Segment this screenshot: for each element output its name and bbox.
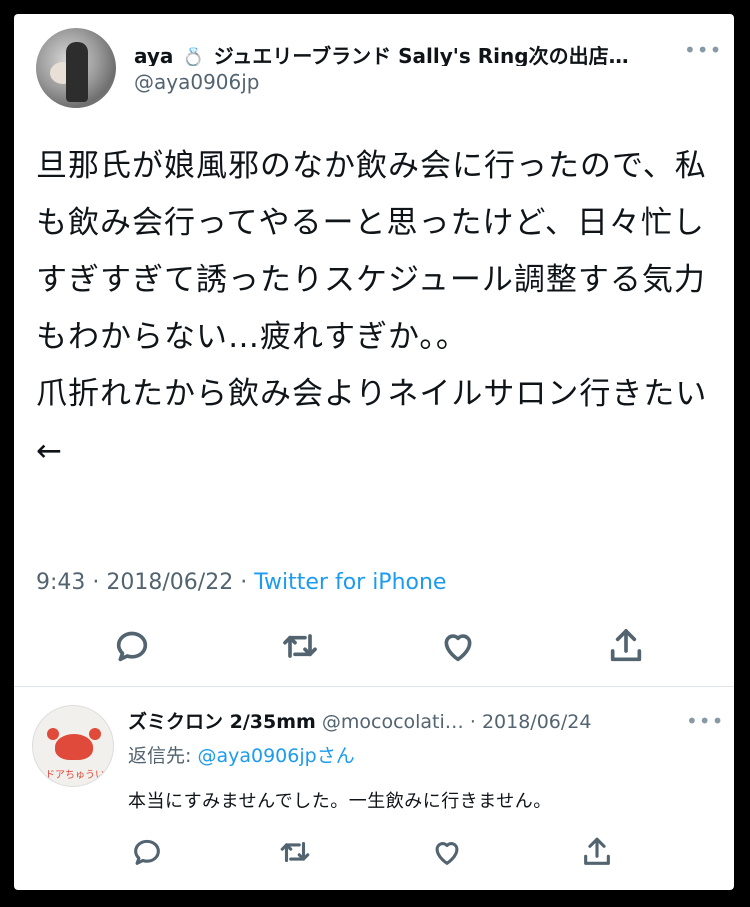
like-icon [435, 842, 459, 865]
crab-icon [47, 728, 101, 760]
avatar-caption: ドアちゅうい [45, 770, 105, 781]
replying-to-handle[interactable]: @aya0906jp [197, 745, 316, 767]
author-name: aya [134, 44, 174, 66]
reply-icon [116, 631, 148, 662]
tweet-meta: 9:43 · 2018/06/22 · Twitter for iPhone [36, 570, 447, 595]
reply-text: 本当にすみませんでした。一生飲みに行きません。 [128, 791, 552, 812]
main-tweet: aya 💍 ジュエリーブランド Sally's Ring次の出店… @aya09… [14, 14, 734, 686]
tweet-screenshot-frame: aya 💍 ジュエリーブランド Sally's Ring次の出店… @aya09… [14, 14, 734, 890]
like-button[interactable] [430, 835, 474, 879]
reply-tweet[interactable]: ドアちゅうい ズミクロン 2/35mm @mococolati… · 2018/… [14, 687, 734, 890]
tweet-time: 9:43 [36, 570, 86, 595]
author-line[interactable]: aya 💍 ジュエリーブランド Sally's Ring次の出店… [134, 40, 654, 66]
avatar-figure [66, 42, 88, 102]
replying-to-suffix: さん [316, 745, 355, 767]
author-title: ジュエリーブランド Sally's Ring次の出店… [213, 44, 629, 66]
replying-to: 返信先: @aya0906jpさん [128, 741, 355, 768]
tweet-source[interactable]: Twitter for iPhone [254, 570, 446, 595]
author-avatar[interactable] [36, 28, 116, 108]
reply-header: ズミクロン 2/35mm @mococolati… · 2018/06/24 [128, 711, 592, 733]
retweet-button[interactable] [278, 835, 322, 879]
reply-icon [134, 839, 160, 865]
tweet-text: 旦那氏が娘風邪のなか飲み会に行ったので、私も飲み会行ってやるーと思ったけど、日々… [36, 148, 708, 469]
more-dots-icon[interactable]: ••• [686, 709, 724, 733]
retweet-button[interactable] [280, 626, 324, 670]
share-button[interactable] [580, 835, 624, 879]
reply-author-avatar[interactable]: ドアちゅうい [32, 705, 114, 787]
tweet-actions [14, 626, 734, 674]
replying-to-label: 返信先: [128, 745, 192, 767]
reply-author-handle[interactable]: @mococolati… [322, 711, 464, 733]
reply-author-name[interactable]: ズミクロン 2/35mm [128, 711, 316, 733]
reply-actions [14, 835, 734, 875]
ring-emoji-icon: 💍 [182, 47, 205, 66]
reply-button[interactable] [112, 626, 156, 670]
reply-button[interactable] [130, 835, 174, 879]
reply-date[interactable]: 2018/06/24 [482, 711, 592, 733]
share-icon [584, 837, 610, 865]
author-handle[interactable]: @aya0906jp [134, 70, 260, 94]
more-dots-icon[interactable]: ••• [684, 38, 722, 62]
retweet-icon [283, 634, 317, 658]
retweet-icon [280, 841, 310, 863]
share-button[interactable] [606, 626, 650, 670]
like-button[interactable] [438, 626, 482, 670]
share-icon [610, 629, 642, 662]
like-icon [444, 634, 472, 662]
tweet-date[interactable]: 2018/06/22 [106, 570, 233, 595]
